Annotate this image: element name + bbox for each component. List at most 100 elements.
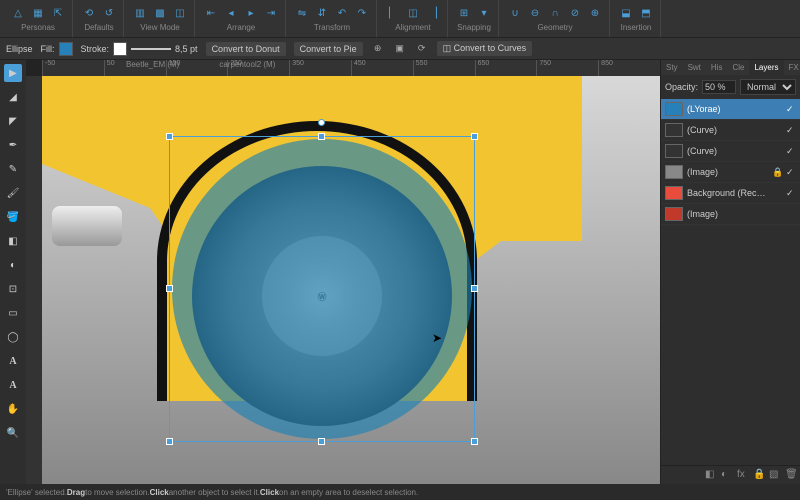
canvas[interactable]: Ⓦ ➤ bbox=[42, 76, 660, 484]
pan-tool[interactable]: ✋ bbox=[4, 400, 22, 418]
artistic-text-tool[interactable]: A bbox=[4, 376, 22, 394]
resize-handle-br[interactable] bbox=[471, 438, 478, 445]
lock-icon[interactable]: 🔒 bbox=[753, 469, 765, 481]
text-tool[interactable]: A bbox=[4, 352, 22, 370]
reset-box-icon[interactable]: ▣ bbox=[393, 42, 407, 56]
mask-layer-icon[interactable]: ◧ bbox=[705, 469, 717, 481]
selection-bounds[interactable] bbox=[169, 136, 475, 442]
panel-tab-swt[interactable]: Swt bbox=[683, 60, 706, 75]
layer-visibility-toggle[interactable]: ✓ bbox=[786, 104, 796, 115]
vector-persona-icon[interactable]: △ bbox=[10, 5, 26, 21]
layer-visibility-toggle[interactable]: ✓ bbox=[786, 188, 796, 199]
resize-handle-tr[interactable] bbox=[471, 133, 478, 140]
rotate-cw-icon[interactable]: ↷ bbox=[354, 5, 370, 21]
resize-handle-bc[interactable] bbox=[318, 438, 325, 445]
add-icon[interactable]: ∪ bbox=[507, 5, 523, 21]
crop-tool[interactable]: ⊡ bbox=[4, 280, 22, 298]
rotate-ccw-icon[interactable]: ↶ bbox=[334, 5, 350, 21]
layer-row[interactable]: (Curve)✓ bbox=[661, 120, 800, 141]
opacity-input[interactable] bbox=[702, 80, 736, 94]
move-tool[interactable]: ▶ bbox=[4, 64, 22, 82]
corner-tool[interactable]: ◤ bbox=[4, 112, 22, 130]
intersect-icon[interactable]: ∩ bbox=[547, 5, 563, 21]
retina-view-icon[interactable]: ▩ bbox=[152, 5, 168, 21]
add-layer-icon[interactable]: ▧ bbox=[769, 469, 781, 481]
layer-row[interactable]: (LYorae)✓ bbox=[661, 99, 800, 120]
resize-handle-tl[interactable] bbox=[166, 133, 173, 140]
resize-handle-ml[interactable] bbox=[166, 285, 173, 292]
toolbar-group-snapping: ⊞▾Snapping bbox=[450, 0, 499, 37]
pen-tool[interactable]: ✒ bbox=[4, 136, 22, 154]
layer-visibility-toggle[interactable]: ✓ bbox=[786, 125, 796, 136]
stroke-swatch[interactable] bbox=[113, 42, 127, 56]
layer-visibility-toggle[interactable]: ✓ bbox=[786, 167, 796, 178]
zoom-tool[interactable]: 🔍 bbox=[4, 424, 22, 442]
snap-options-icon[interactable]: ▾ bbox=[476, 5, 492, 21]
outline-view-icon[interactable]: ◫ bbox=[172, 5, 188, 21]
forward-one-icon[interactable]: ▸ bbox=[243, 5, 259, 21]
cycle-box-icon[interactable]: ⟳ bbox=[415, 42, 429, 56]
document-tab[interactable]: carpentool2 (M) bbox=[219, 60, 275, 69]
pixel-view-icon[interactable]: ▥ bbox=[132, 5, 148, 21]
layer-thumbnail bbox=[665, 186, 683, 200]
delete-layer-icon[interactable]: 🗑 bbox=[785, 469, 797, 481]
fill-control[interactable]: Fill: bbox=[41, 42, 73, 56]
layer-row[interactable]: Background (Rectangle)✓ bbox=[661, 183, 800, 204]
convert-pie-button[interactable]: Convert to Pie bbox=[294, 42, 363, 56]
toolbar-group-view mode: ▥▩◫View Mode bbox=[126, 0, 195, 37]
opacity-label: Opacity: bbox=[665, 82, 698, 92]
insert-inside-icon[interactable]: ⬓ bbox=[618, 5, 634, 21]
brush-tool[interactable]: 🖌 bbox=[4, 184, 22, 202]
transparency-tool[interactable]: ◐ bbox=[4, 256, 22, 274]
align-center-icon[interactable]: ⊕ bbox=[371, 42, 385, 56]
document-tab[interactable]: Beetle_EM (M) bbox=[126, 60, 179, 69]
resize-handle-mr[interactable] bbox=[471, 285, 478, 292]
node-tool[interactable]: ◢ bbox=[4, 88, 22, 106]
panel-tab-fx[interactable]: FX bbox=[784, 60, 800, 75]
layer-row[interactable]: (Image) bbox=[661, 204, 800, 225]
convert-donut-button[interactable]: Convert to Donut bbox=[206, 42, 286, 56]
pencil-tool[interactable]: ✎ bbox=[4, 160, 22, 178]
flip-h-icon[interactable]: ⇋ bbox=[294, 5, 310, 21]
layer-lock-icon[interactable]: 🔒 bbox=[772, 167, 782, 178]
canvas-area[interactable]: Beetle_EM (M) carpentool2 (M) -505015025… bbox=[26, 60, 660, 484]
layer-visibility-toggle[interactable]: ✓ bbox=[786, 146, 796, 157]
blend-mode-select[interactable]: Normal bbox=[740, 79, 796, 95]
resize-handle-bl[interactable] bbox=[166, 438, 173, 445]
panel-tab-cle[interactable]: Cle bbox=[727, 60, 749, 75]
panel-tab-his[interactable]: His bbox=[706, 60, 728, 75]
layer-row[interactable]: (Curve)✓ bbox=[661, 141, 800, 162]
ellipse-tool[interactable]: ◯ bbox=[4, 328, 22, 346]
pixel-persona-icon[interactable]: ▦ bbox=[30, 5, 46, 21]
panel-tab-layers[interactable]: Layers bbox=[749, 60, 783, 75]
rotation-handle[interactable] bbox=[318, 119, 325, 126]
convert-curves-button[interactable]: ◫ Convert to Curves bbox=[437, 41, 533, 56]
stroke-width-value[interactable]: 8,5 pt bbox=[175, 44, 198, 54]
move-front-icon[interactable]: ⇥ bbox=[263, 5, 279, 21]
export-persona-icon[interactable]: ⇱ bbox=[50, 5, 66, 21]
snapping-toggle-icon[interactable]: ⊞ bbox=[456, 5, 472, 21]
fill-tool[interactable]: 🪣 bbox=[4, 208, 22, 226]
subtract-icon[interactable]: ⊖ bbox=[527, 5, 543, 21]
adjustment-icon[interactable]: ◐ bbox=[721, 469, 733, 481]
combine-icon[interactable]: ⊕ bbox=[587, 5, 603, 21]
shapes-tool[interactable]: ▭ bbox=[4, 304, 22, 322]
flip-v-icon[interactable]: ⇵ bbox=[314, 5, 330, 21]
fill-swatch[interactable] bbox=[59, 42, 73, 56]
fx-icon[interactable]: fx bbox=[737, 469, 749, 481]
stroke-preview[interactable] bbox=[131, 48, 171, 50]
stroke-control[interactable]: Stroke: 8,5 pt bbox=[81, 42, 198, 56]
sync-defaults-icon[interactable]: ⟲ bbox=[81, 5, 97, 21]
layer-row[interactable]: (Image)🔒✓ bbox=[661, 162, 800, 183]
divide-icon[interactable]: ⊘ bbox=[567, 5, 583, 21]
align-center-icon[interactable]: ◫ bbox=[405, 5, 421, 21]
align-right-icon[interactable]: ▕ bbox=[425, 5, 441, 21]
panel-tab-sty[interactable]: Sty bbox=[661, 60, 683, 75]
move-back-icon[interactable]: ⇤ bbox=[203, 5, 219, 21]
revert-defaults-icon[interactable]: ↺ bbox=[101, 5, 117, 21]
back-one-icon[interactable]: ◂ bbox=[223, 5, 239, 21]
gradient-tool[interactable]: ◧ bbox=[4, 232, 22, 250]
align-left-icon[interactable]: ▏ bbox=[385, 5, 401, 21]
insert-behind-icon[interactable]: ⬒ bbox=[638, 5, 654, 21]
resize-handle-tc[interactable] bbox=[318, 133, 325, 140]
